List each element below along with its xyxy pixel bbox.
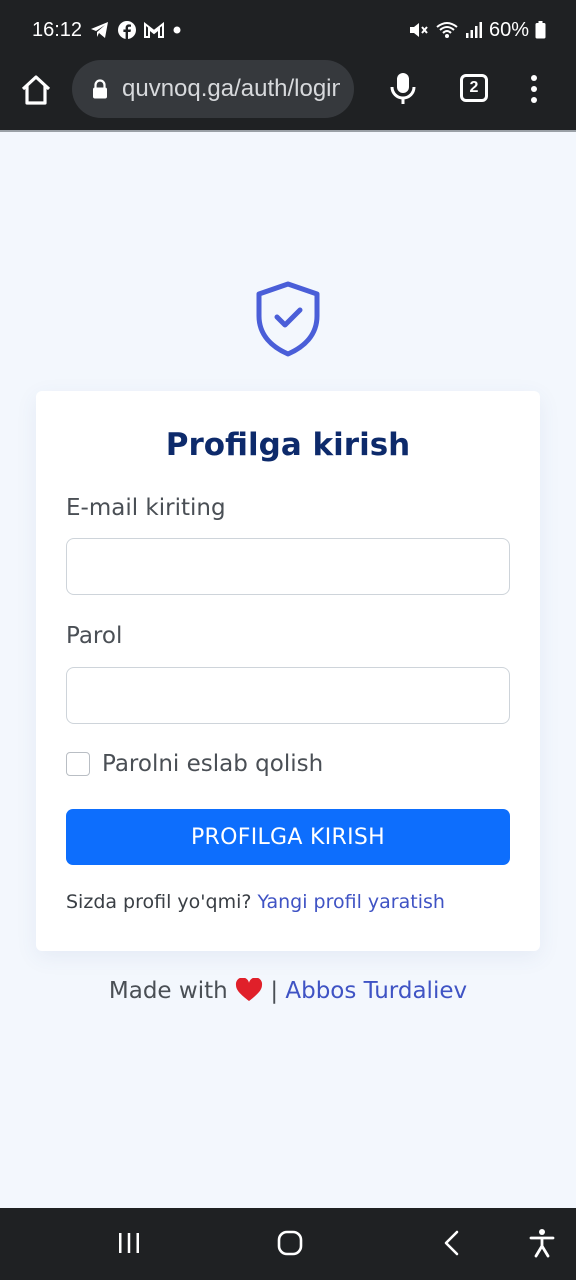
overflow-menu-icon[interactable] — [528, 74, 540, 104]
email-label: E-mail kiriting — [66, 495, 226, 521]
page-title: Profilga kirish — [165, 427, 411, 463]
back-icon[interactable] — [440, 1230, 464, 1256]
tab-switcher-button[interactable]: 2 — [460, 74, 488, 102]
signup-link[interactable]: Yangi profil yaratish — [258, 891, 445, 913]
url-text: quvnoq.ga/auth/login — [122, 75, 340, 102]
status-left: 16:12 — [32, 19, 182, 42]
mute-icon — [409, 21, 429, 39]
toolbar-divider — [0, 130, 576, 132]
status-right: 60% — [409, 19, 546, 42]
login-card: Profilga kirish E-mail kiriting Parol Pa… — [36, 391, 540, 951]
battery-icon — [535, 21, 546, 39]
wifi-icon — [435, 21, 459, 39]
login-button[interactable]: PROFILGA KIRISH — [66, 809, 510, 865]
author-link[interactable]: Abbos Turdaliev — [285, 978, 467, 1004]
heart-icon — [235, 977, 270, 1004]
lock-icon — [92, 79, 108, 99]
gmail-icon — [144, 22, 165, 38]
footer-separator: | — [270, 978, 279, 1004]
battery-percent: 60% — [488, 18, 529, 41]
facebook-icon — [118, 21, 137, 39]
password-field[interactable] — [66, 667, 510, 724]
signup-prompt: Sizda profil yo'qmi? — [66, 891, 252, 913]
telegram-icon — [90, 21, 110, 39]
login-button-label: PROFILGA KIRISH — [190, 824, 386, 850]
home-nav-icon[interactable] — [277, 1230, 303, 1256]
browser-toolbar: quvnoq.ga/auth/login 2 — [0, 60, 576, 130]
signup-row: Sizda profil yo'qmi? Yangi profil yarati… — [66, 891, 445, 913]
email-field[interactable] — [66, 538, 510, 595]
status-time: 16:12 — [32, 18, 83, 41]
address-bar[interactable]: quvnoq.ga/auth/login — [72, 60, 354, 118]
password-label: Parol — [66, 623, 123, 649]
footer: Made with | Abbos Turdaliev — [0, 977, 576, 1004]
dot-icon — [172, 25, 182, 35]
system-nav-bar — [0, 1208, 576, 1280]
accessibility-icon[interactable] — [528, 1228, 556, 1258]
home-icon[interactable] — [18, 72, 54, 108]
footer-made-with: Made with — [108, 978, 228, 1004]
status-bar: 16:12 60% — [0, 0, 576, 60]
remember-me-label[interactable]: Parolni eslab qolish — [102, 751, 323, 777]
signal-icon — [465, 21, 483, 39]
remember-me-checkbox[interactable] — [66, 752, 90, 776]
shield-check-icon — [253, 280, 323, 358]
tab-count: 2 — [469, 79, 479, 96]
remember-me-row: Parolni eslab qolish — [66, 751, 323, 777]
recent-apps-icon[interactable] — [116, 1230, 142, 1256]
microphone-icon[interactable] — [388, 70, 418, 108]
